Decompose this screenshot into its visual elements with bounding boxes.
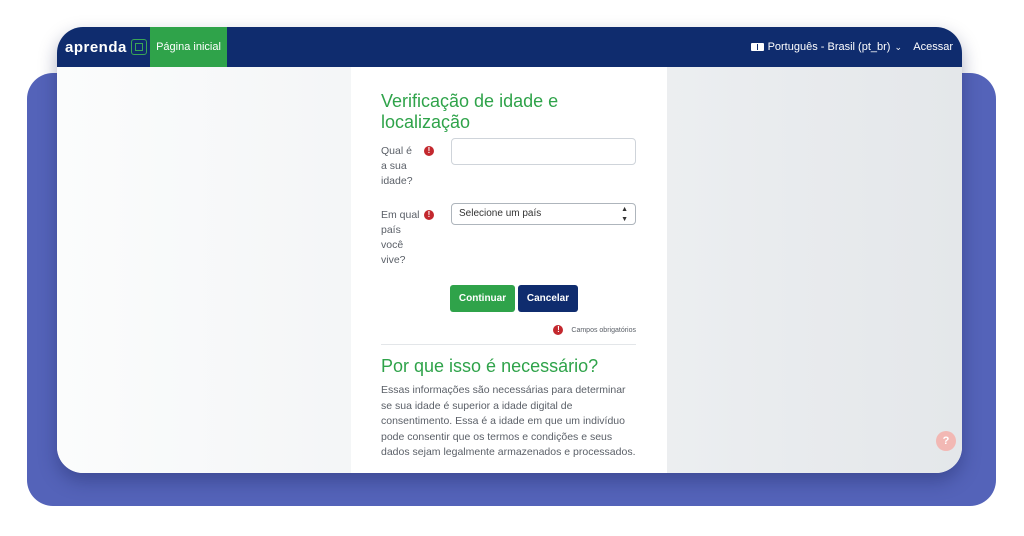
continue-button[interactable]: Continuar: [450, 285, 515, 312]
country-label-line: você: [381, 239, 404, 251]
age-label-line: a sua: [381, 160, 407, 172]
required-fields-text: Campos obrigatórios: [571, 326, 636, 334]
cancel-button[interactable]: Cancelar: [518, 285, 578, 312]
logo-mark-icon: [130, 39, 147, 55]
country-select[interactable]: Selecione um país ▲ ▼: [451, 203, 636, 225]
age-label: Qual é a sua idade?: [381, 144, 429, 189]
help-button[interactable]: ?: [936, 431, 956, 451]
age-label-line: idade?: [381, 175, 413, 187]
age-label-line: Qual é: [381, 145, 412, 157]
language-menu[interactable]: Português - Brasil (pt_br) ⌄: [750, 27, 902, 67]
info-heading: Por que isso é necessário?: [381, 356, 599, 376]
info-text: Essas informações são necessárias para d…: [381, 384, 636, 458]
language-label: Português - Brasil (pt_br): [767, 41, 891, 53]
age-verification-card: Verificação de idade e localização Qual …: [351, 67, 667, 473]
country-select-value: Selecione um país: [459, 208, 542, 219]
country-label: Em qual país você vive?: [381, 208, 429, 268]
required-fields-note: ! Campos obrigatórios: [553, 325, 636, 335]
nav-home-tab[interactable]: Página inicial: [150, 27, 227, 67]
age-input[interactable]: [451, 138, 636, 165]
required-icon: !: [553, 325, 564, 335]
page-title: Verificação de idade e localização: [381, 91, 559, 132]
login-link[interactable]: Acessar: [913, 27, 953, 67]
browser-window: aprenda Página inicial Português - Brasi…: [57, 27, 962, 473]
country-label-line: Em qual: [381, 209, 420, 221]
section-divider: [381, 344, 636, 345]
required-icon: !: [424, 146, 434, 156]
language-icon: [750, 43, 764, 51]
logo-text: aprenda: [65, 38, 127, 56]
site-logo[interactable]: aprenda: [65, 35, 147, 59]
required-icon: !: [424, 210, 434, 220]
chevron-down-icon: ⌄: [894, 41, 902, 52]
top-navbar: aprenda Página inicial Português - Brasi…: [57, 27, 962, 67]
select-arrows-icon: ▲ ▼: [621, 206, 628, 223]
country-label-line: vive?: [381, 254, 406, 266]
country-label-line: país: [381, 224, 401, 236]
